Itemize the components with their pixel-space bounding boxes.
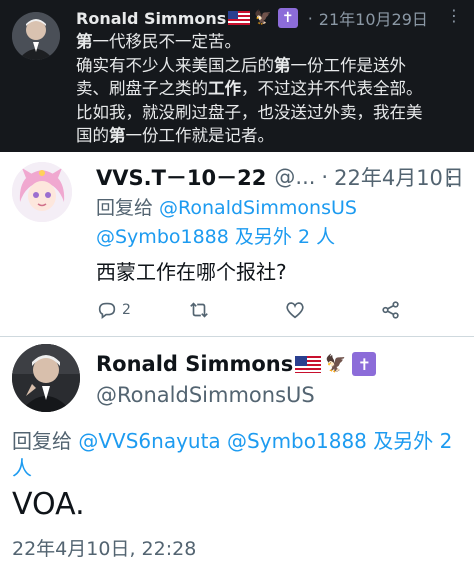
separator: · bbox=[321, 165, 329, 189]
avatar-ronald-simmons[interactable] bbox=[12, 12, 60, 60]
reply-tweet-header: VVS.T－10－22 @... · 22年4月10日 bbox=[96, 162, 466, 192]
eagle-icon: 🦅 bbox=[254, 10, 272, 26]
author-name[interactable]: VVS.T－10－22 bbox=[96, 162, 266, 192]
cross-icon: ✝ bbox=[277, 8, 298, 28]
tweet-date[interactable]: 21年10月29日 bbox=[319, 6, 428, 30]
others-link[interactable]: 及另外 2 bbox=[367, 429, 452, 453]
mention-link[interactable]: @Symbo1888 bbox=[96, 226, 229, 248]
avatar-vvs[interactable] bbox=[12, 162, 72, 222]
author-name[interactable]: Ronald Simmons bbox=[76, 9, 226, 28]
cross-icon: ✝ bbox=[352, 352, 377, 376]
replying-to: 回复给 @RonaldSimmonsUS @Symbo1888 及另外 2 人 bbox=[96, 197, 357, 248]
reply-button[interactable]: 2 bbox=[96, 296, 131, 324]
others-link-cont[interactable]: 人 bbox=[12, 456, 32, 480]
author-handle[interactable]: @... bbox=[274, 165, 315, 189]
reply-tweet-text: 西蒙工作在哪个报社? bbox=[96, 260, 287, 284]
heart-icon bbox=[286, 302, 304, 319]
replying-to: 回复给 @VVS6nayuta @Symbo1888 及另外 2 人 bbox=[12, 429, 453, 480]
text-line: 比如我，就没刷过盘子，也没送过外卖，我在美 bbox=[76, 102, 423, 122]
author-handle[interactable]: @RonaldSimmonsUS bbox=[96, 383, 315, 407]
share-button[interactable] bbox=[380, 296, 402, 324]
retweet-icon bbox=[190, 302, 208, 318]
action-bar: 2 bbox=[96, 296, 426, 324]
text-line: 确实有不少人来美国之后的第一份工作是送外 bbox=[76, 55, 406, 75]
reply-icon bbox=[98, 302, 116, 319]
top-tweet[interactable]: Ronald Simmons 🦅 ✝ · 21年10月29日 ⋮ 第一代移民不一… bbox=[0, 0, 474, 152]
mention-link[interactable]: @VVS6nayuta bbox=[78, 429, 220, 453]
like-button[interactable] bbox=[284, 296, 306, 324]
more-options-icon[interactable]: ⋮ bbox=[446, 6, 462, 25]
mention-link[interactable]: @RonaldSimmonsUS bbox=[159, 197, 357, 219]
reply-tweet[interactable]: VVS.T－10－22 @... · 22年4月10日 ⋮ 回复给 @Ronal… bbox=[0, 152, 474, 338]
divider bbox=[0, 336, 474, 337]
separator: · bbox=[307, 8, 313, 28]
more-options-icon[interactable]: ⋮ bbox=[440, 166, 460, 190]
eagle-icon: 🦅 bbox=[325, 354, 347, 374]
us-flag-icon bbox=[228, 11, 251, 25]
retweet-button[interactable] bbox=[188, 296, 210, 324]
author-name[interactable]: Ronald Simmons bbox=[96, 352, 293, 376]
top-tweet-text: 第一代移民不一定苦。 确实有不少人来美国之后的第一份工作是送外 卖、刷盘子之类的… bbox=[76, 30, 468, 148]
tweet-timestamp[interactable]: 22年4月10日, 22:28 bbox=[12, 534, 196, 561]
avatar-ronald-simmons[interactable] bbox=[12, 344, 80, 412]
text-line: 卖、刷盘子之类的工作，不过这并不代表全部。 bbox=[76, 79, 423, 98]
others-link[interactable]: 及另外 2 人 bbox=[229, 226, 335, 248]
text-line: 国的第一份工作就是记者。 bbox=[76, 126, 274, 145]
top-tweet-header: Ronald Simmons 🦅 ✝ · 21年10月29日 bbox=[76, 6, 468, 30]
reply-count: 2 bbox=[122, 302, 131, 318]
main-author-name[interactable]: Ronald Simmons 🦅 ✝ bbox=[96, 352, 377, 376]
share-icon bbox=[382, 301, 399, 319]
text-line: 第一代移民不一定苦。 bbox=[76, 32, 241, 51]
main-tweet-text: VOA. bbox=[12, 487, 85, 522]
us-flag-icon bbox=[295, 355, 322, 373]
mention-link[interactable]: @Symbo1888 bbox=[227, 429, 367, 453]
